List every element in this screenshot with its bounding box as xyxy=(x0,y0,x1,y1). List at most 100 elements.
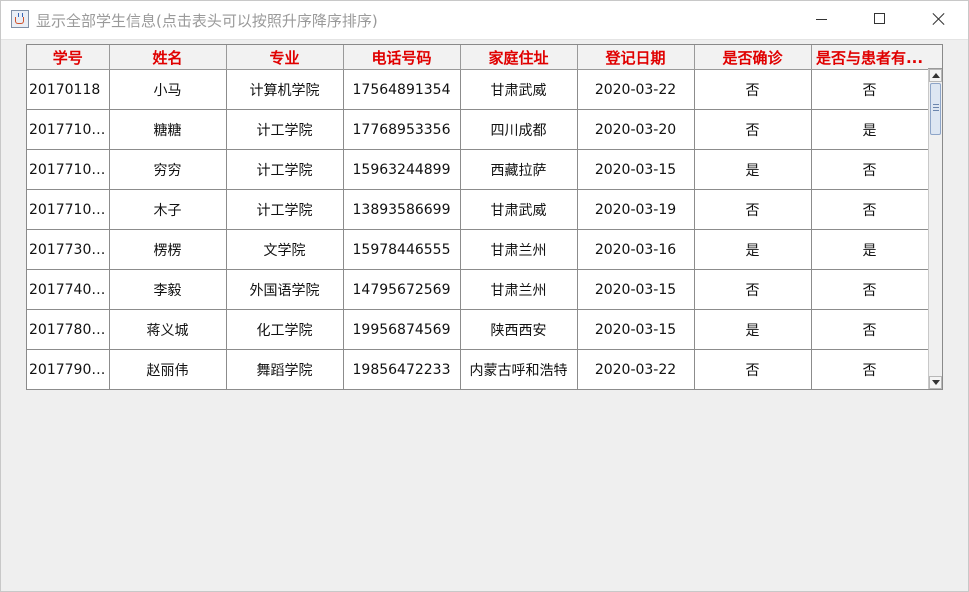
cell-register-date[interactable]: 2020-03-22 xyxy=(577,349,695,390)
scroll-down-arrow-icon[interactable] xyxy=(929,376,942,389)
header-address[interactable]: 家庭住址 xyxy=(460,45,578,70)
cell-contact[interactable]: 否 xyxy=(811,149,929,190)
cell-student-id[interactable]: 20177101... xyxy=(27,189,110,230)
title-bar[interactable]: 显示全部学生信息(点击表头可以按照升序降序排序) xyxy=(1,1,968,40)
cell-phone[interactable]: 15978446555 xyxy=(343,229,461,270)
cell-address[interactable]: 四川成都 xyxy=(460,109,578,150)
header-name[interactable]: 姓名 xyxy=(109,45,227,70)
cell-phone[interactable]: 19856472233 xyxy=(343,349,461,390)
cell-confirmed[interactable]: 是 xyxy=(694,149,812,190)
cell-confirmed[interactable]: 否 xyxy=(694,109,812,150)
cell-major[interactable]: 外国语学院 xyxy=(226,269,344,310)
minimize-button[interactable] xyxy=(793,1,851,39)
table-row[interactable]: 20177403... 李毅 外国语学院 14795672569 甘肃兰州 20… xyxy=(27,269,929,310)
cell-student-id[interactable]: 20177101... xyxy=(27,149,110,190)
cell-confirmed[interactable]: 是 xyxy=(694,229,812,270)
cell-phone[interactable]: 13893586699 xyxy=(343,189,461,230)
table-row[interactable]: 20177304... 楞楞 文学院 15978446555 甘肃兰州 2020… xyxy=(27,229,929,270)
table-row[interactable]: 20177806... 蒋义城 化工学院 19956874569 陕西西安 20… xyxy=(27,309,929,350)
cell-contact[interactable]: 否 xyxy=(811,269,929,310)
cell-student-id[interactable]: 20177101... xyxy=(27,109,110,150)
cell-name[interactable]: 糖糖 xyxy=(109,109,227,150)
maximize-icon xyxy=(874,13,885,24)
table-row[interactable]: 20177902... 赵丽伟 舞蹈学院 19856472233 内蒙古呼和浩特… xyxy=(27,349,929,390)
cell-register-date[interactable]: 2020-03-19 xyxy=(577,189,695,230)
student-table: 学号 姓名 专业 电话号码 家庭住址 登记日期 是否确诊 是否与患者有... 2… xyxy=(27,45,929,390)
cell-major[interactable]: 计工学院 xyxy=(226,109,344,150)
cell-name[interactable]: 小马 xyxy=(109,69,227,110)
cell-student-id[interactable]: 20170118 xyxy=(27,69,110,110)
close-icon xyxy=(932,12,946,26)
header-major[interactable]: 专业 xyxy=(226,45,344,70)
cell-contact[interactable]: 是 xyxy=(811,109,929,150)
cell-phone[interactable]: 15963244899 xyxy=(343,149,461,190)
cell-contact[interactable]: 是 xyxy=(811,229,929,270)
cell-phone[interactable]: 14795672569 xyxy=(343,269,461,310)
cell-address[interactable]: 陕西西安 xyxy=(460,309,578,350)
cell-address[interactable]: 内蒙古呼和浩特 xyxy=(460,349,578,390)
java-cup-icon[interactable] xyxy=(11,10,29,28)
cell-student-id[interactable]: 20177806... xyxy=(27,309,110,350)
cell-contact[interactable]: 否 xyxy=(811,349,929,390)
cell-address[interactable]: 甘肃武威 xyxy=(460,189,578,230)
scroll-up-arrow-icon[interactable] xyxy=(929,69,942,82)
cell-address[interactable]: 西藏拉萨 xyxy=(460,149,578,190)
cell-major[interactable]: 舞蹈学院 xyxy=(226,349,344,390)
maximize-button[interactable] xyxy=(851,1,909,39)
cell-name[interactable]: 木子 xyxy=(109,189,227,230)
vertical-scrollbar[interactable] xyxy=(928,69,942,389)
cell-confirmed[interactable]: 否 xyxy=(694,349,812,390)
header-phone[interactable]: 电话号码 xyxy=(343,45,461,70)
table-row[interactable]: 20177101... 糖糖 计工学院 17768953356 四川成都 202… xyxy=(27,109,929,150)
table-row[interactable]: 20177101... 穷穷 计工学院 15963244899 西藏拉萨 202… xyxy=(27,149,929,190)
cell-phone[interactable]: 17768953356 xyxy=(343,109,461,150)
cell-confirmed[interactable]: 否 xyxy=(694,269,812,310)
cell-phone[interactable]: 17564891354 xyxy=(343,69,461,110)
cell-register-date[interactable]: 2020-03-22 xyxy=(577,69,695,110)
table-header-row: 学号 姓名 专业 电话号码 家庭住址 登记日期 是否确诊 是否与患者有... xyxy=(27,45,929,70)
cell-major[interactable]: 文学院 xyxy=(226,229,344,270)
table-row[interactable]: 20170118 小马 计算机学院 17564891354 甘肃武威 2020-… xyxy=(27,69,929,110)
cell-register-date[interactable]: 2020-03-15 xyxy=(577,269,695,310)
grip-line xyxy=(933,107,939,108)
cell-register-date[interactable]: 2020-03-20 xyxy=(577,109,695,150)
cell-contact[interactable]: 否 xyxy=(811,309,929,350)
cell-major[interactable]: 计算机学院 xyxy=(226,69,344,110)
cell-address[interactable]: 甘肃兰州 xyxy=(460,229,578,270)
cell-name[interactable]: 李毅 xyxy=(109,269,227,310)
header-confirmed[interactable]: 是否确诊 xyxy=(694,45,812,70)
cell-major[interactable]: 化工学院 xyxy=(226,309,344,350)
cell-confirmed[interactable]: 否 xyxy=(694,69,812,110)
cell-student-id[interactable]: 20177304... xyxy=(27,229,110,270)
header-register-date[interactable]: 登记日期 xyxy=(577,45,695,70)
header-student-id[interactable]: 学号 xyxy=(27,45,110,70)
cell-contact[interactable]: 否 xyxy=(811,69,929,110)
header-corner xyxy=(928,45,942,69)
cell-name[interactable]: 赵丽伟 xyxy=(109,349,227,390)
cell-phone[interactable]: 19956874569 xyxy=(343,309,461,350)
table-row[interactable]: 20177101... 木子 计工学院 13893586699 甘肃武威 202… xyxy=(27,189,929,230)
cell-student-id[interactable]: 20177403... xyxy=(27,269,110,310)
cell-contact[interactable]: 否 xyxy=(811,189,929,230)
cell-student-id[interactable]: 20177902... xyxy=(27,349,110,390)
grip-line xyxy=(933,104,939,105)
scroll-thumb[interactable] xyxy=(930,83,941,135)
student-table-panel: 学号 姓名 专业 电话号码 家庭住址 登记日期 是否确诊 是否与患者有... 2… xyxy=(26,44,943,390)
close-button[interactable] xyxy=(909,1,967,39)
header-contact-with-patient[interactable]: 是否与患者有... xyxy=(811,45,929,70)
cell-register-date[interactable]: 2020-03-15 xyxy=(577,149,695,190)
cell-name[interactable]: 穷穷 xyxy=(109,149,227,190)
main-window: 显示全部学生信息(点击表头可以按照升序降序排序) 学号 姓名 专业 电话号码 家… xyxy=(0,0,969,592)
cell-name[interactable]: 楞楞 xyxy=(109,229,227,270)
window-title: 显示全部学生信息(点击表头可以按照升序降序排序) xyxy=(36,12,378,30)
cell-address[interactable]: 甘肃武威 xyxy=(460,69,578,110)
cell-major[interactable]: 计工学院 xyxy=(226,149,344,190)
cell-register-date[interactable]: 2020-03-15 xyxy=(577,309,695,350)
cell-name[interactable]: 蒋义城 xyxy=(109,309,227,350)
cell-address[interactable]: 甘肃兰州 xyxy=(460,269,578,310)
cell-confirmed[interactable]: 否 xyxy=(694,189,812,230)
cell-major[interactable]: 计工学院 xyxy=(226,189,344,230)
cell-register-date[interactable]: 2020-03-16 xyxy=(577,229,695,270)
grip-line xyxy=(933,110,939,111)
cell-confirmed[interactable]: 是 xyxy=(694,309,812,350)
